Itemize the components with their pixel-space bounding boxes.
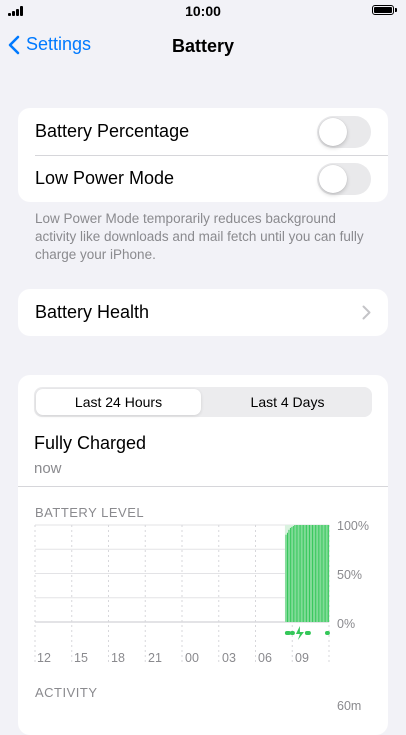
battery-level-bar <box>285 534 287 622</box>
x-tick-label: 09 <box>295 651 309 665</box>
battery-usage-card: Last 24 Hours Last 4 Days Fully Charged … <box>18 375 388 735</box>
x-tick-label: 15 <box>74 651 88 665</box>
battery-level-bar <box>309 525 311 622</box>
battery-level-bar <box>291 526 293 622</box>
battery-level-bar <box>326 525 328 622</box>
y-tick-label: 100% <box>337 519 369 533</box>
x-tick-label: 18 <box>111 651 125 665</box>
y-tick-label: 0% <box>337 617 356 631</box>
battery-level-bar <box>288 529 290 622</box>
battery-level-bar <box>301 525 303 622</box>
battery-level-bar <box>295 525 297 622</box>
battery-health-row[interactable]: Battery Health <box>18 289 388 336</box>
activity-label: ACTIVITY <box>35 685 98 700</box>
battery-level-bar <box>325 525 327 622</box>
battery-level-bar <box>292 525 294 622</box>
battery-level-bar <box>313 525 315 622</box>
battery-health-label: Battery Health <box>35 302 150 322</box>
battery-level-bar <box>323 525 325 622</box>
x-tick-label: 21 <box>148 651 162 665</box>
battery-level-bar <box>286 532 288 622</box>
page-title: Battery <box>171 36 235 56</box>
battery-level-bar <box>319 525 321 622</box>
low-power-mode-row: Low Power Mode <box>18 155 388 202</box>
battery-icon <box>372 5 397 15</box>
battery-level-bar <box>310 525 312 622</box>
navigation-bar: Settings Battery <box>0 22 406 70</box>
x-tick-label: 12 <box>37 651 51 665</box>
x-tick-label: 00 <box>185 651 199 665</box>
battery-percentage-toggle[interactable] <box>317 116 371 148</box>
battery-level-bar <box>304 525 306 622</box>
battery-level-bar <box>307 525 309 622</box>
battery-level-bar <box>289 527 291 622</box>
battery-percentage-row: Battery Percentage <box>18 108 388 155</box>
battery-percentage-label: Battery Percentage <box>35 121 190 141</box>
battery-level-bar <box>303 525 305 622</box>
activity-y-top-label: 60m <box>337 699 362 713</box>
battery-level-bar <box>317 525 319 622</box>
battery-level-bar <box>320 525 322 622</box>
x-tick-label: 03 <box>222 651 236 665</box>
battery-settings-card: Battery Percentage Low Power Mode <box>18 108 388 202</box>
status-time: 10:00 <box>185 3 221 19</box>
battery-level-bar <box>297 525 299 622</box>
y-tick-label: 50% <box>337 568 363 582</box>
battery-level-bar <box>328 525 330 622</box>
battery-level-bar <box>298 525 300 622</box>
battery-level-bar <box>294 525 296 622</box>
battery-level-bar <box>306 525 308 622</box>
battery-health-card: Battery Health <box>18 289 388 336</box>
battery-level-bar <box>300 525 302 622</box>
status-bar: 10:00 <box>0 0 406 22</box>
low-power-mode-toggle[interactable] <box>317 163 371 195</box>
low-power-mode-label: Low Power Mode <box>35 168 175 188</box>
chevron-right-icon <box>362 305 371 320</box>
battery-level-bar <box>316 525 318 622</box>
battery-level-bar <box>311 525 313 622</box>
low-power-mode-description: Low Power Mode temporarily reduces backg… <box>35 211 364 262</box>
charging-bolt-icon <box>295 626 304 640</box>
x-tick-label: 06 <box>258 651 272 665</box>
battery-level-bar <box>314 525 316 622</box>
battery-level-bar <box>322 525 324 622</box>
